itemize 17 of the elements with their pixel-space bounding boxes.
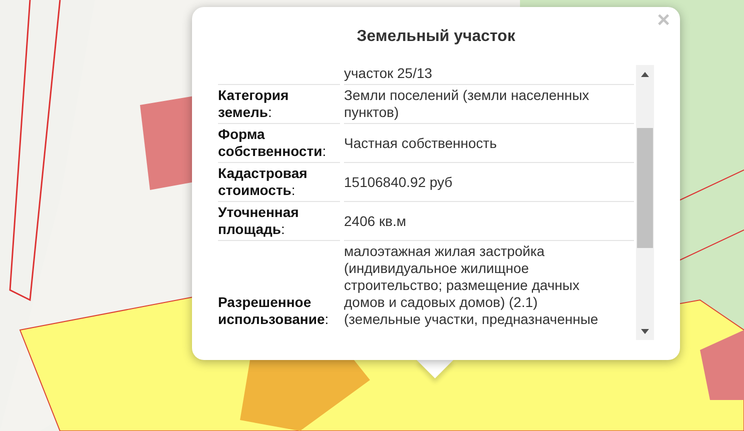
down-arrow-icon <box>641 328 649 334</box>
field-value: Частная собственность <box>344 134 497 152</box>
field-value: участок 25/13 <box>344 65 432 82</box>
scrollbar-thumb[interactable] <box>637 128 653 248</box>
field-label: Категория земель: <box>218 87 290 121</box>
field-label: Кадастровая стоимость: <box>218 165 308 199</box>
field-value: 2406 кв.м <box>344 212 406 230</box>
field-value: 15106840.92 руб <box>344 174 452 190</box>
close-button[interactable]: × <box>655 9 672 31</box>
popup-title: Земельный участок <box>356 27 516 47</box>
field-label: Уточненная площадь: <box>218 204 300 238</box>
up-arrow-icon <box>641 72 649 76</box>
field-label: Форма собственности: <box>218 126 328 160</box>
field-value: Земли поселений (земли населенных пунктов) <box>344 87 590 121</box>
field-value: малоэтажная жилая застройка (индивидуальное жилищное строительство; размещение дачных домов и садовых домов) (2.1) (земельные участки, предназначенные <box>344 243 600 328</box>
field-label: Разрешенное использование: <box>218 294 330 328</box>
scrollbar[interactable] <box>636 65 654 340</box>
